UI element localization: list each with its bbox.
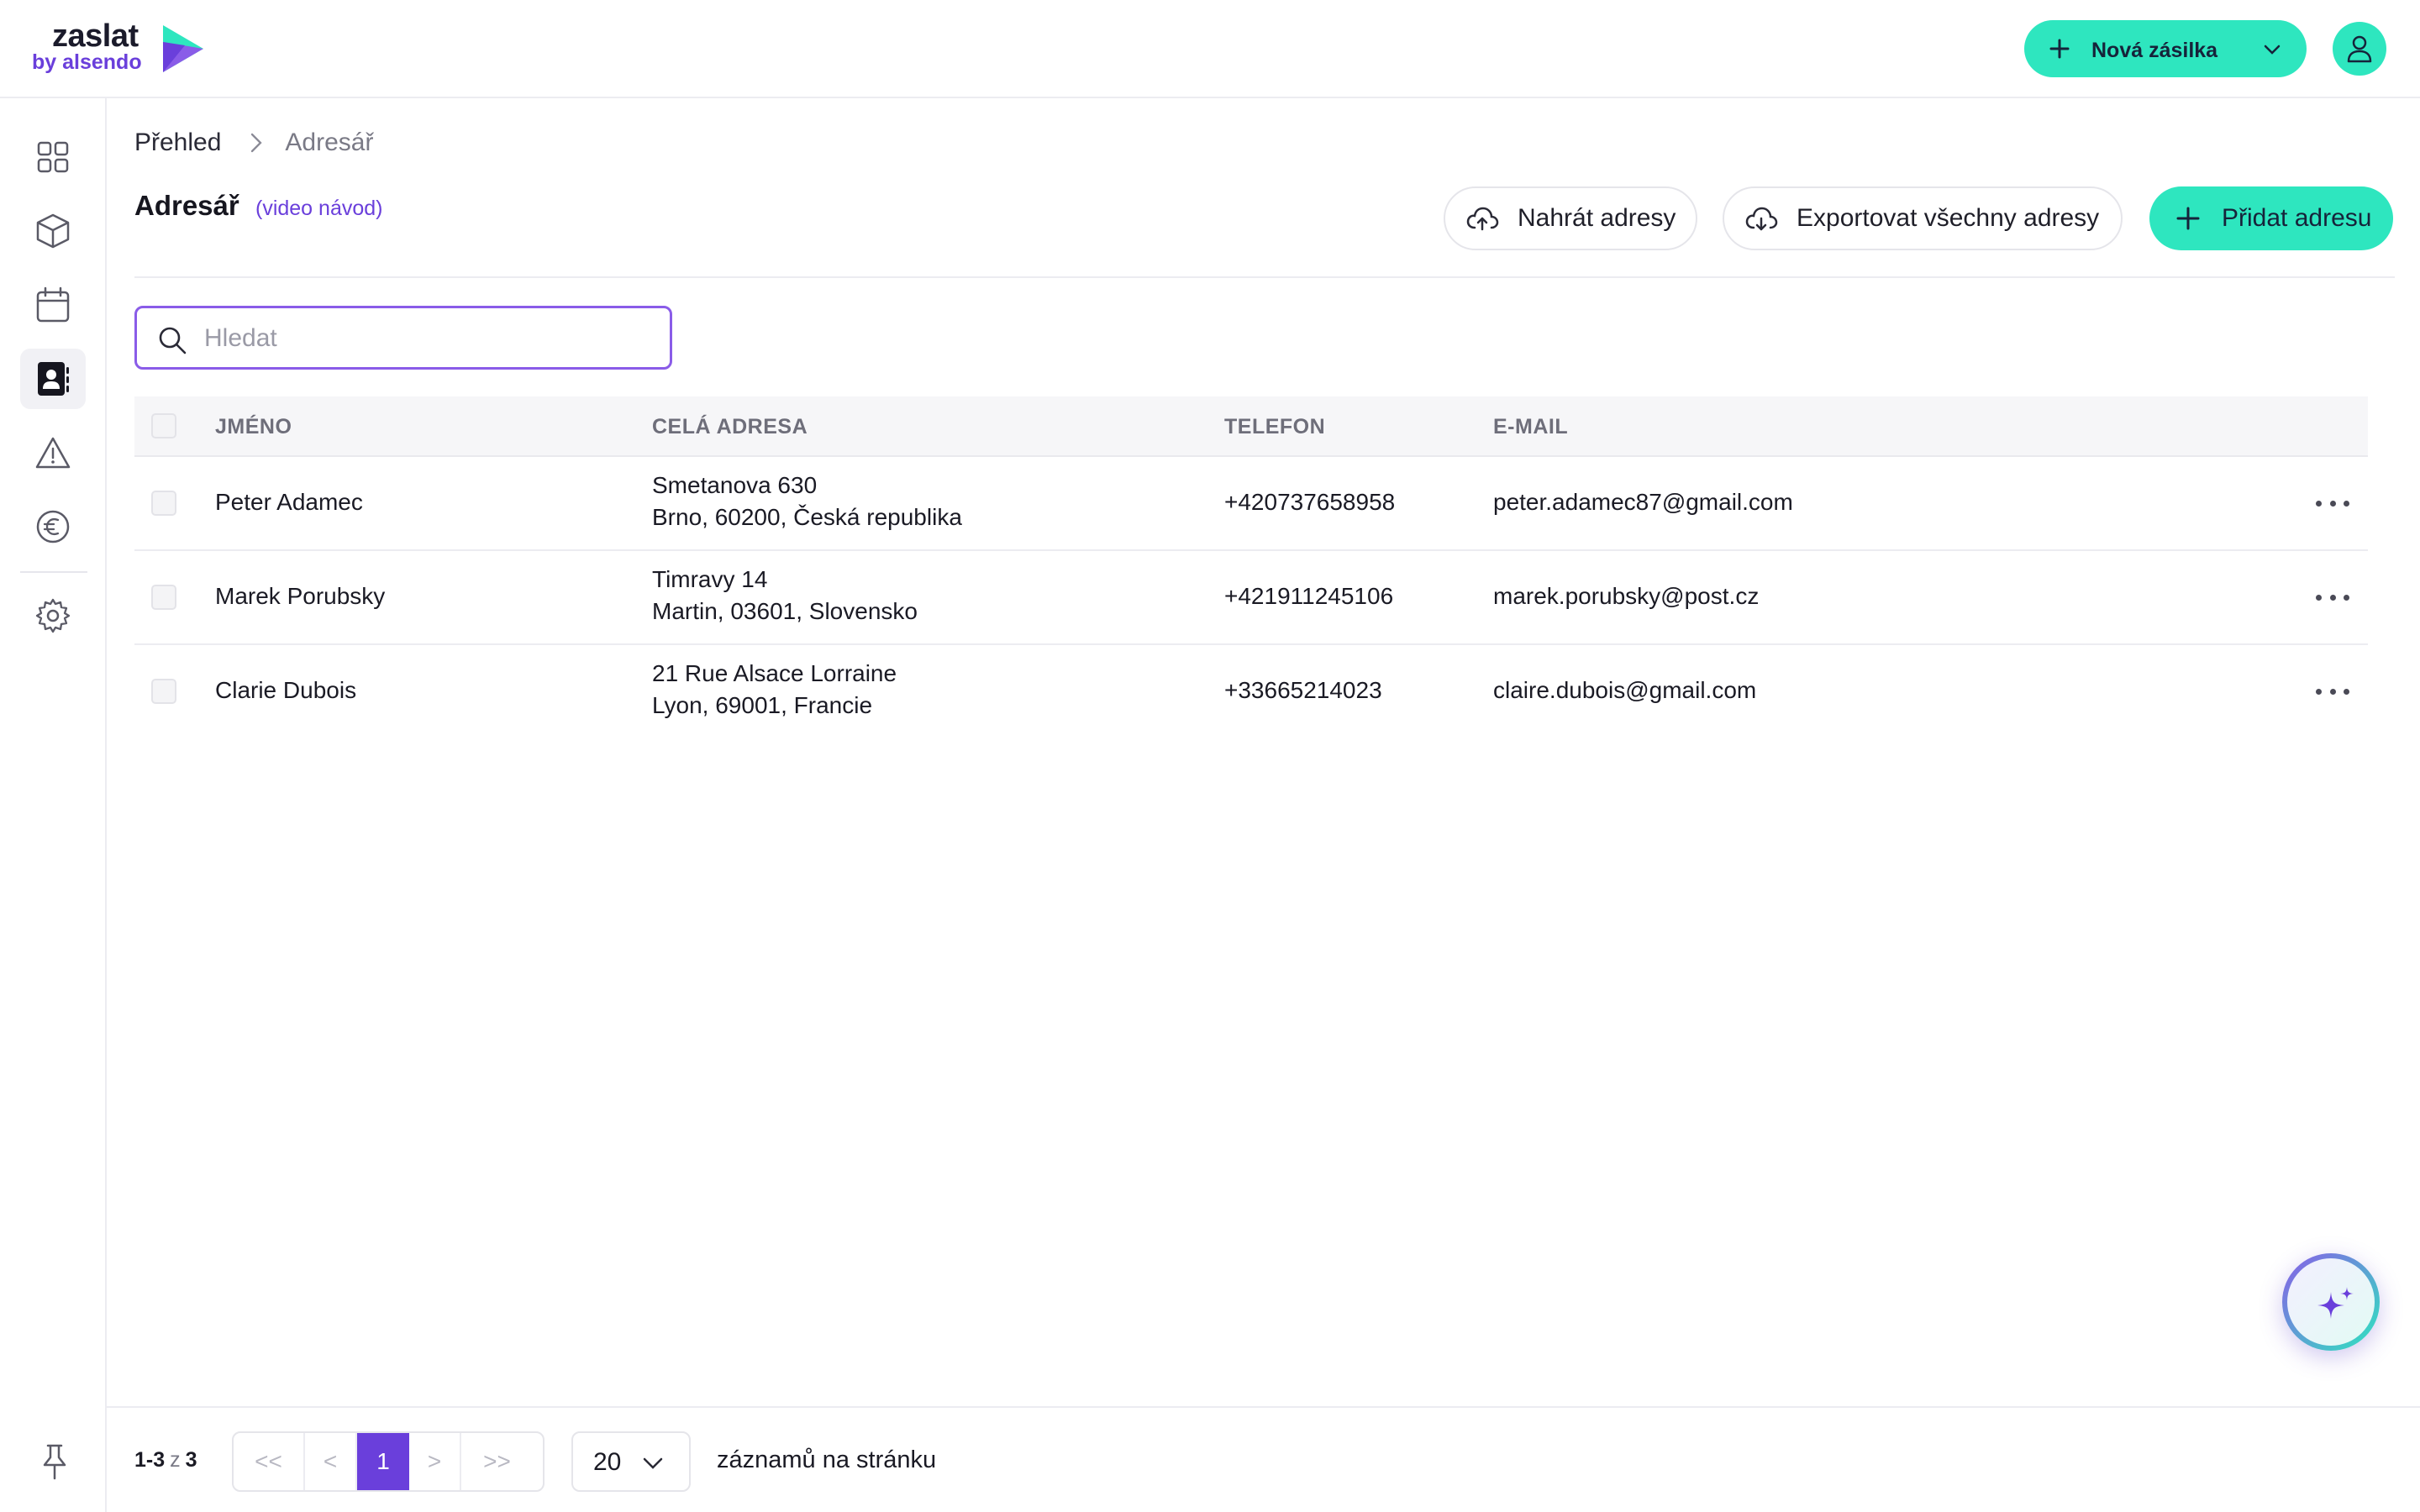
sidebar-item-billing[interactable] [20, 496, 86, 557]
euro-coin-icon [36, 510, 70, 543]
pagination-footer: 1-3 z 3 << < 1 > >> 20 záznamů na stránku [107, 1406, 2420, 1512]
row-address-line2: Lyon, 69001, Francie [652, 692, 873, 718]
add-address-button[interactable]: Přidat adresu [2149, 186, 2393, 250]
row-name: Marek Porubsky [215, 583, 386, 609]
row-checkbox[interactable] [151, 585, 176, 610]
cloud-download-icon [1745, 207, 1778, 231]
row-address-line1: Timravy 14 [652, 566, 768, 592]
breadcrumb-current: Adresář [285, 129, 374, 156]
export-addresses-label: Exportovat všechny adresy [1797, 204, 2100, 232]
row-checkbox[interactable] [151, 679, 176, 704]
dashboard-grid-icon [37, 141, 69, 173]
warning-triangle-icon [35, 437, 71, 469]
prev-page-button[interactable]: < [305, 1433, 357, 1490]
column-header-address[interactable]: CELÁ ADRESA [652, 415, 808, 439]
more-options-icon[interactable] [2316, 491, 2349, 516]
gear-icon [35, 598, 71, 633]
ai-assistant-inner [2287, 1258, 2375, 1346]
header-divider [134, 276, 2395, 278]
row-address-line2: Martin, 03601, Slovensko [652, 598, 918, 624]
search-input[interactable] [204, 322, 650, 355]
export-addresses-button[interactable]: Exportovat všechny adresy [1723, 186, 2123, 250]
calendar-icon [36, 286, 70, 323]
per-page-value: 20 [593, 1448, 622, 1476]
logo-subtitle: by alsendo [32, 50, 142, 74]
row-name: Peter Adamec [215, 489, 363, 515]
search-box[interactable] [134, 306, 672, 370]
per-page-select[interactable]: 20 [571, 1431, 691, 1492]
chevron-right-icon [251, 133, 263, 153]
upload-addresses-button[interactable]: Nahrát adresy [1444, 186, 1697, 250]
row-name: Clarie Dubois [215, 677, 357, 703]
user-avatar-button[interactable] [2333, 22, 2386, 76]
ai-assistant-button[interactable] [2282, 1253, 2380, 1351]
sidebar-item-dashboard[interactable] [20, 127, 86, 187]
logo-mark-icon [163, 25, 203, 72]
table-row[interactable]: Clarie Dubois 21 Rue Alsace Lorraine Lyo… [134, 645, 2368, 739]
sidebar-separator [20, 571, 87, 573]
column-header-name[interactable]: JMÉNO [215, 415, 292, 439]
last-page-button[interactable]: >> [461, 1433, 533, 1490]
sparkles-icon [2317, 1287, 2354, 1319]
row-address-line1: 21 Rue Alsace Lorraine [652, 660, 897, 686]
total-count: 3 [185, 1448, 197, 1472]
top-bar: zaslat by alsendo Nová zásilka [0, 0, 2420, 98]
record-range: 1-3 z 3 [134, 1448, 197, 1473]
column-header-phone[interactable]: TELEFON [1224, 415, 1325, 439]
chevron-down-icon[interactable] [2261, 39, 2283, 60]
range-of: z [170, 1448, 181, 1472]
column-header-email[interactable]: E-MAIL [1493, 415, 1568, 439]
pager: << < 1 > >> [232, 1431, 544, 1492]
more-options-icon[interactable] [2316, 679, 2349, 704]
per-page-label: záznamů na stránku [717, 1446, 937, 1473]
plus-icon [2049, 39, 2070, 59]
select-all-checkbox[interactable] [151, 413, 176, 438]
breadcrumb-home-link[interactable]: Přehled [134, 129, 221, 157]
new-shipment-button[interactable]: Nová zásilka [2024, 20, 2307, 77]
table-header: JMÉNO CELÁ ADRESA TELEFON E-MAIL [134, 396, 2368, 457]
row-checkbox[interactable] [151, 491, 176, 516]
package-box-icon [36, 213, 70, 249]
add-address-label: Přidat adresu [2222, 204, 2372, 232]
table-row[interactable]: Peter Adamec Smetanova 630 Brno, 60200, … [134, 457, 2368, 551]
sidebar-item-calendar[interactable] [20, 275, 86, 335]
chevron-down-icon [643, 1457, 663, 1469]
search-icon [159, 327, 187, 354]
row-phone: +33665214023 [1224, 677, 1382, 703]
row-phone: +421911245106 [1224, 583, 1394, 609]
sidebar-item-shipments[interactable] [20, 201, 86, 261]
sidebar [0, 98, 107, 1512]
more-options-icon[interactable] [2316, 585, 2349, 610]
breadcrumb: Přehled Adresář [134, 126, 373, 160]
row-phone: +420737658958 [1224, 489, 1396, 515]
address-book-icon [38, 362, 69, 396]
plus-icon [2176, 207, 2200, 230]
row-email: peter.adamec87@gmail.com [1493, 489, 1793, 515]
user-icon [2347, 35, 2372, 63]
row-email: claire.dubois@gmail.com [1493, 677, 1757, 703]
current-page-button[interactable]: 1 [357, 1433, 409, 1490]
upload-addresses-label: Nahrát adresy [1518, 204, 1676, 232]
range-value: 1-3 [134, 1448, 166, 1472]
sidebar-item-settings[interactable] [20, 585, 86, 646]
row-address-line1: Smetanova 630 [652, 472, 818, 498]
first-page-button[interactable]: << [234, 1433, 305, 1490]
new-shipment-label: Nová zásilka [2091, 39, 2218, 62]
row-address-line2: Brno, 60200, Česká republika [652, 504, 962, 530]
row-email: marek.porubsky@post.cz [1493, 583, 1760, 609]
table-row[interactable]: Marek Porubsky Timravy 14 Martin, 03601,… [134, 551, 2368, 645]
page-title: Adresář [134, 190, 239, 221]
logo-name: zaslat [52, 18, 139, 54]
sidebar-item-claims[interactable] [20, 423, 86, 483]
pin-icon[interactable] [37, 1443, 72, 1480]
cloud-upload-icon [1466, 207, 1499, 231]
sidebar-item-address-book[interactable] [20, 349, 86, 409]
logo[interactable]: zaslat by alsendo [32, 15, 217, 82]
video-tutorial-link[interactable]: (video návod) [255, 197, 382, 221]
next-page-button[interactable]: > [409, 1433, 461, 1490]
